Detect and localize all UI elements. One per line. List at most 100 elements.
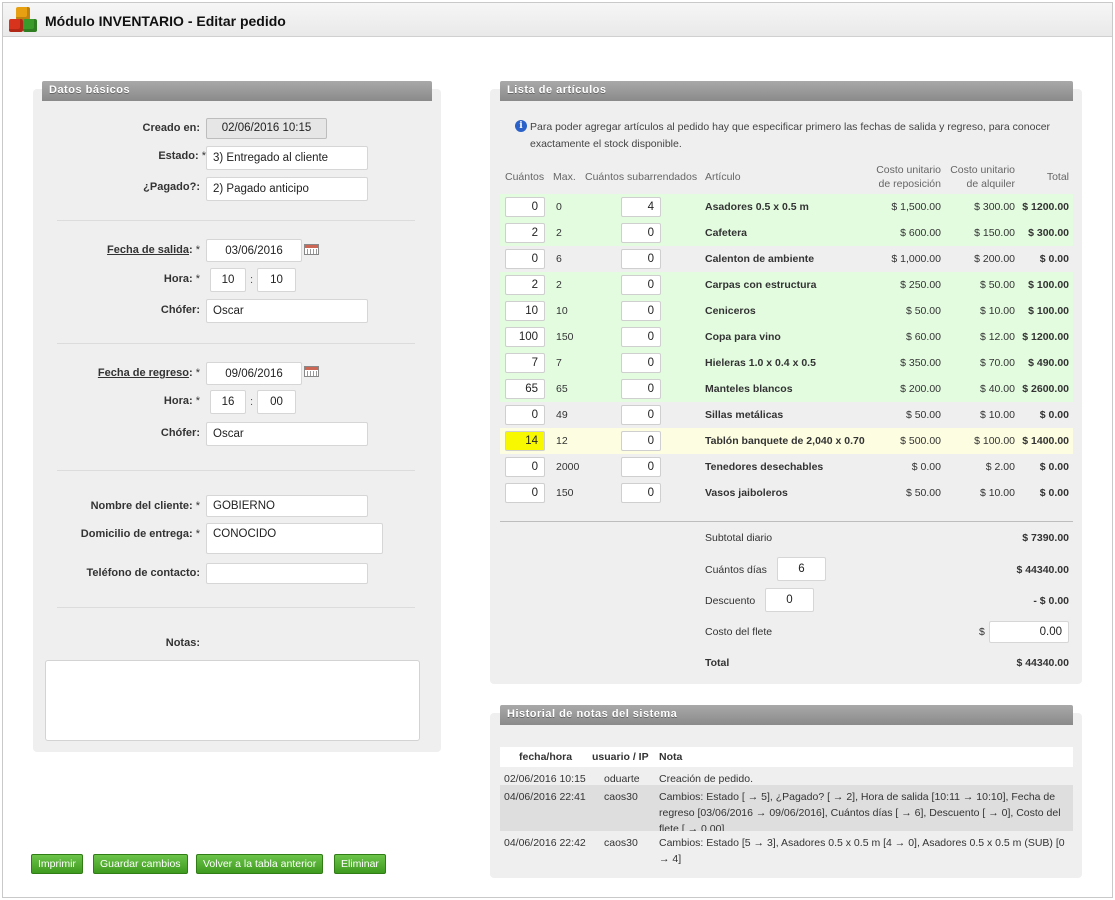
estado-select[interactable]: 3) Entregado al cliente — [206, 146, 368, 170]
history-row: 04/06/2016 22:41 caos30 Cambios: Estado … — [500, 785, 1073, 835]
row-total: $ 0.00 — [1039, 461, 1069, 473]
rental-cost: $ 300.00 — [974, 201, 1015, 213]
replacement-cost: $ 50.00 — [905, 305, 941, 317]
sublet-input[interactable]: 0 — [621, 431, 661, 451]
salida-date-input[interactable]: 03/06/2016 — [206, 239, 302, 262]
save-button[interactable]: Guardar cambios — [93, 854, 188, 874]
calendar-icon[interactable] — [304, 366, 319, 377]
sublet-input[interactable]: 0 — [621, 405, 661, 425]
max-value: 49 — [556, 409, 568, 421]
sublet-input[interactable]: 0 — [621, 483, 661, 503]
regreso-label[interactable]: Fecha de regreso: * — [98, 367, 200, 379]
cliente-label: Nombre del cliente: * — [90, 500, 200, 512]
quantity-input[interactable]: 2 — [505, 223, 545, 243]
cliente-input[interactable]: GOBIERNO — [206, 495, 368, 517]
section-divider — [57, 607, 415, 608]
sublet-input[interactable]: 0 — [621, 457, 661, 477]
col-reposicion: Costo unitario de reposición — [876, 164, 941, 190]
rental-cost: $ 70.00 — [979, 357, 1015, 369]
quantity-input[interactable]: 0 — [505, 249, 545, 269]
telefono-label: Teléfono de contacto: — [86, 567, 200, 579]
salida-hora-label: Hora: * — [163, 273, 200, 285]
descuento-input[interactable]: 0 — [765, 588, 814, 612]
quantity-input[interactable]: 65 — [505, 379, 545, 399]
descuento-total: - $ 0.00 — [1033, 595, 1069, 607]
salida-label[interactable]: Fecha de salida: * — [107, 244, 200, 256]
sublet-input[interactable]: 0 — [621, 353, 661, 373]
col-cuantos: Cuántos — [505, 171, 545, 183]
notas-label: Notas: — [165, 637, 200, 649]
calendar-icon[interactable] — [304, 244, 319, 255]
salida-minute-input[interactable]: 10 — [257, 268, 296, 292]
sublet-input[interactable]: 4 — [621, 197, 661, 217]
col-max: Max. — [553, 171, 576, 183]
info-message: Para poder agregar artículos al pedido h… — [530, 121, 1051, 150]
quantity-input[interactable]: 7 — [505, 353, 545, 373]
page-title: Módulo INVENTARIO - Editar pedido — [45, 13, 286, 29]
quantity-input[interactable]: 0 — [505, 405, 545, 425]
regreso-minute-input[interactable]: 00 — [257, 390, 296, 414]
sublet-input[interactable]: 0 — [621, 379, 661, 399]
notas-textarea[interactable] — [45, 660, 420, 741]
replacement-cost: $ 0.00 — [911, 461, 941, 473]
dias-total: $ 44340.00 — [1016, 564, 1069, 576]
quantity-input[interactable]: 0 — [505, 483, 545, 503]
rental-cost: $ 200.00 — [974, 253, 1015, 265]
quantity-input[interactable]: 2 — [505, 275, 545, 295]
back-button[interactable]: Volver a la tabla anterior — [196, 854, 324, 874]
article-row: 14 12 0 Tablón banquete de 2,040 x 0.70 $ 50… — [500, 428, 1073, 454]
regreso-chofer-input[interactable]: Oscar — [206, 422, 368, 446]
quantity-input[interactable]: 0 — [505, 457, 545, 477]
regreso-hour-input[interactable]: 16 — [210, 390, 246, 414]
sublet-input[interactable]: 0 — [621, 223, 661, 243]
rental-cost: $ 50.00 — [979, 279, 1015, 291]
telefono-input[interactable] — [206, 563, 368, 584]
max-value: 2 — [556, 279, 562, 291]
section-divider — [57, 220, 415, 221]
history-header: Historial de notas del sistema — [500, 705, 1073, 725]
row-total: $ 1200.00 — [1022, 331, 1069, 343]
domicilio-label: Domicilio de entrega: * — [80, 528, 200, 540]
col-nota: Nota — [659, 751, 683, 763]
article-row: 2 2 0 Cafetera $ 600.00 $ 150.00 $ 300.00 — [500, 220, 1073, 246]
row-total: $ 300.00 — [1028, 227, 1069, 239]
quantity-input[interactable]: 14 — [505, 431, 545, 451]
sublet-input[interactable]: 0 — [621, 327, 661, 347]
subtotal-label: Subtotal diario — [705, 532, 773, 544]
domicilio-textarea[interactable]: CONOCIDO — [206, 523, 383, 554]
info-icon: i — [515, 120, 527, 132]
article-row: 0 0 4 Asadores 0.5 x 0.5 m $ 1,500.00 $ 300.0… — [500, 194, 1073, 220]
sublet-input[interactable]: 0 — [621, 301, 661, 321]
salida-chofer-input[interactable]: Oscar — [206, 299, 368, 323]
pagado-select[interactable]: 2) Pagado anticipo — [206, 177, 368, 201]
replacement-cost: $ 60.00 — [905, 331, 941, 343]
article-row: 0 2000 0 Tenedores desechables $ 0.00 $ 2.00 $… — [500, 454, 1073, 480]
col-articulo: Artículo — [705, 171, 741, 183]
flete-input[interactable]: 0.00 — [989, 621, 1069, 643]
sublet-input[interactable]: 0 — [621, 275, 661, 295]
rental-cost: $ 10.00 — [979, 409, 1015, 421]
regreso-date-input[interactable]: 09/06/2016 — [206, 362, 302, 385]
sublet-input[interactable]: 0 — [621, 249, 661, 269]
delete-button[interactable]: Eliminar — [334, 854, 386, 874]
salida-hour-input[interactable]: 10 — [210, 268, 246, 292]
quantity-input[interactable]: 0 — [505, 197, 545, 217]
print-button[interactable]: Imprimir — [31, 854, 83, 874]
estado-label: Estado: * — [158, 150, 206, 162]
article-row: 0 49 0 Sillas metálicas $ 50.00 $ 10.00 $ 0.00 — [500, 402, 1073, 428]
dias-label: Cuántos días — [705, 564, 767, 576]
col-usuario: usuario / IP — [592, 751, 649, 763]
row-total: $ 0.00 — [1039, 409, 1069, 421]
dias-input[interactable]: 6 — [777, 557, 826, 581]
row-total: $ 2600.00 — [1022, 383, 1069, 395]
article-name: Vasos jaiboleros — [705, 487, 788, 499]
article-row: 0 6 0 Calenton de ambiente $ 1,000.00 $ 200.0… — [500, 246, 1073, 272]
replacement-cost: $ 50.00 — [905, 487, 941, 499]
col-fecha: fecha/hora — [519, 751, 573, 763]
replacement-cost: $ 1,500.00 — [891, 201, 941, 213]
quantity-input[interactable]: 10 — [505, 301, 545, 321]
row-total: $ 1200.00 — [1022, 201, 1069, 213]
quantity-input[interactable]: 100 — [505, 327, 545, 347]
rental-cost: $ 100.00 — [974, 435, 1015, 447]
total-label: Total — [705, 657, 730, 669]
